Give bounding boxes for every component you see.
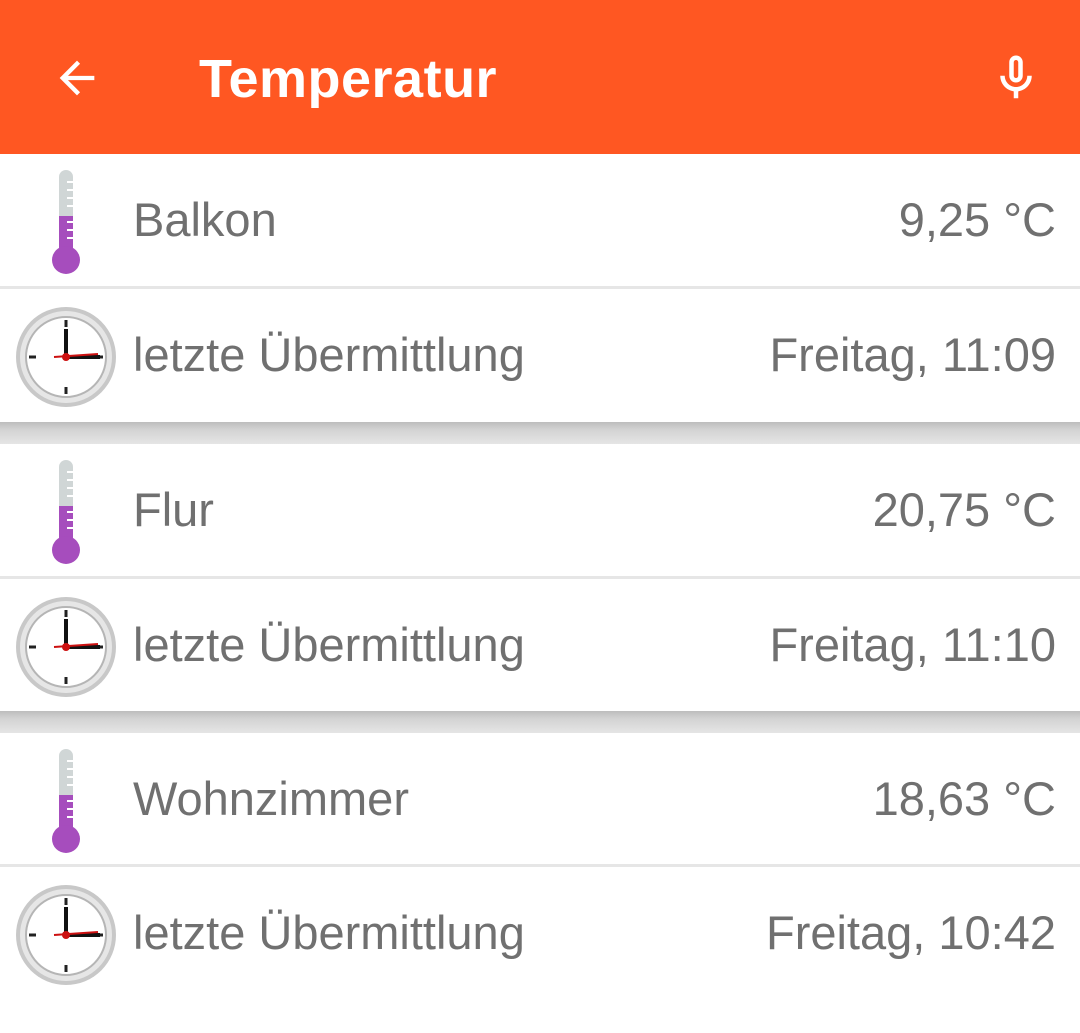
sensor-name: Flur <box>133 483 214 536</box>
temperature-value: 9,25 °C <box>898 193 1056 246</box>
group-separator <box>0 422 1080 444</box>
group-separator <box>0 711 1080 733</box>
thermometer-icon <box>12 747 120 855</box>
app-bar: Temperatur <box>0 0 1080 154</box>
temperature-value: 18,63 °C <box>872 772 1056 825</box>
back-button[interactable] <box>37 38 117 118</box>
sensor-row[interactable]: Wohnzimmer 18,63 °C <box>0 733 1080 865</box>
thermometer-icon <box>12 168 120 276</box>
last-update-label: letzte Übermittlung <box>133 618 525 671</box>
clock-icon <box>12 593 120 701</box>
sensor-group-balkon: Balkon 9,25 °C letzte Übermittlung Freit… <box>0 154 1080 422</box>
sensor-row[interactable]: Balkon 9,25 °C <box>0 154 1080 286</box>
thermometer-icon <box>12 458 120 566</box>
last-update-label: letzte Übermittlung <box>133 328 525 381</box>
last-update-label: letzte Übermittlung <box>133 906 525 959</box>
last-update-value: Freitag, 10:42 <box>765 906 1056 959</box>
last-update-row[interactable]: letzte Übermittlung Freitag, 10:42 <box>0 867 1080 999</box>
sensor-name: Balkon <box>133 193 277 246</box>
last-update-value: Freitag, 11:09 <box>769 328 1056 381</box>
page-title: Temperatur <box>199 49 498 109</box>
sensor-name: Wohnzimmer <box>133 772 409 825</box>
sensor-group-flur: Flur 20,75 °C letzte Übermittlung Freita… <box>0 444 1080 712</box>
last-update-row[interactable]: letzte Übermittlung Freitag, 11:10 <box>0 579 1080 711</box>
clock-icon <box>12 881 120 989</box>
last-update-value: Freitag, 11:10 <box>769 618 1056 671</box>
last-update-row[interactable]: letzte Übermittlung Freitag, 11:09 <box>0 289 1080 421</box>
sensor-group-wohnzimmer: Wohnzimmer 18,63 °C letzte Übermittlung … <box>0 733 1080 1033</box>
voice-search-button[interactable] <box>976 38 1056 118</box>
sensor-row[interactable]: Flur 20,75 °C <box>0 444 1080 576</box>
temperature-value: 20,75 °C <box>872 483 1056 536</box>
clock-icon <box>12 303 120 411</box>
arrow-back-icon <box>59 60 95 96</box>
microphone-icon <box>1000 55 1032 99</box>
